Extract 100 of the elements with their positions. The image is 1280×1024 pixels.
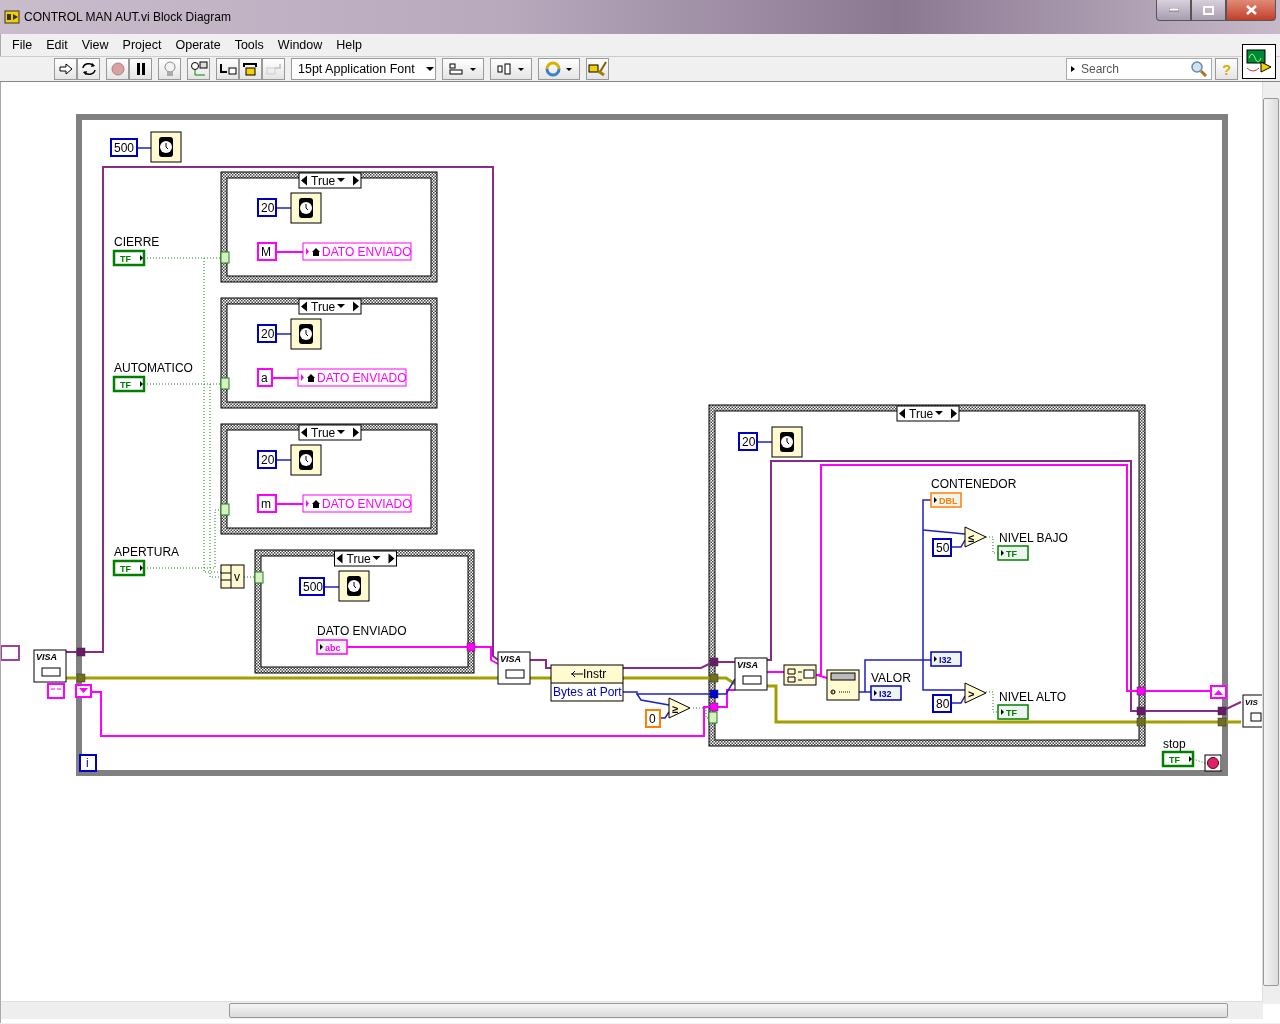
terminal-label: stop <box>1163 737 1186 751</box>
pause-button[interactable] <box>129 58 152 80</box>
terminal-label: AUTOMATICO <box>114 361 193 375</box>
maximize-button[interactable] <box>1191 0 1226 21</box>
search-field[interactable]: Search <box>1066 58 1212 80</box>
indicator-terminal: I32 <box>870 685 902 701</box>
step-over-button[interactable] <box>239 58 262 80</box>
menu-item[interactable]: Tools <box>227 36 271 54</box>
constant: M <box>257 242 277 261</box>
compare-function: > <box>964 682 987 704</box>
indicator-terminal: I32 <box>930 651 962 667</box>
wait-timer-icon <box>290 318 322 350</box>
selector-terminal <box>220 503 230 516</box>
string-convert-icon <box>783 664 817 686</box>
menu-item[interactable]: File <box>5 36 40 54</box>
control-terminal: TF <box>112 375 146 393</box>
menu-item[interactable]: Window <box>270 36 330 54</box>
case-selector[interactable]: True <box>334 550 397 567</box>
stop-sign-icon <box>110 62 125 76</box>
wait-timer-icon <box>771 426 803 458</box>
vertical-scrollbar-thumb[interactable] <box>1263 98 1279 986</box>
empty-string-constant <box>47 683 65 699</box>
constant: 20 <box>738 432 758 451</box>
align-objects-button[interactable] <box>442 58 484 80</box>
wait-timer-icon <box>150 131 182 163</box>
reorder-icon <box>544 61 574 77</box>
menu-item[interactable]: Help <box>329 36 370 54</box>
wait-timer-icon <box>290 192 322 224</box>
minimize-button[interactable] <box>1156 0 1191 21</box>
control-terminal: TF <box>112 249 146 267</box>
terminal-label: CIERRE <box>114 235 160 249</box>
indicator-terminal: TF <box>997 704 1029 720</box>
wire <box>136 147 152 149</box>
run-continuously-button[interactable] <box>77 58 100 80</box>
distribute-objects-button[interactable] <box>490 58 532 80</box>
font-dropdown[interactable]: 15pt Application Font <box>291 58 436 80</box>
property-node: Instr Bytes at Port <box>550 664 624 702</box>
caret-icon <box>1069 65 1077 73</box>
constant: 20 <box>257 198 277 217</box>
constant: m <box>257 494 277 513</box>
horizontal-scrollbar-thumb[interactable] <box>229 1003 1228 1018</box>
reorder-button[interactable] <box>538 58 580 80</box>
wire <box>756 441 773 443</box>
indicator-terminal: abc <box>316 639 348 655</box>
selector-terminal <box>220 377 230 390</box>
case-selector[interactable]: True <box>896 405 960 422</box>
selector-terminal <box>220 251 230 264</box>
selector-terminal <box>708 711 718 724</box>
wire-tunnel <box>76 647 86 657</box>
terminal-label: DATO ENVIADO <box>317 624 407 638</box>
close-icon <box>1245 5 1257 15</box>
step-into-button[interactable] <box>216 58 239 80</box>
pause-icon <box>135 63 146 75</box>
broom-icon <box>587 61 608 77</box>
constant: 0 <box>645 709 661 728</box>
step-out-icon <box>264 62 283 76</box>
run-button[interactable] <box>54 58 77 80</box>
case-selector[interactable]: True <box>298 298 362 315</box>
terminal-label: NIVEL BAJO <box>999 531 1068 545</box>
probe-icon <box>189 61 208 77</box>
shift-register <box>75 684 92 698</box>
constant: a <box>257 368 273 387</box>
maximize-icon <box>1203 5 1214 15</box>
close-button[interactable] <box>1226 0 1276 21</box>
constant: 20 <box>257 324 277 343</box>
control-terminal: TF <box>112 559 146 577</box>
wire <box>528 676 551 680</box>
align-icon <box>448 62 478 76</box>
visa-function: VISA <box>734 657 768 691</box>
highlight-execution-button[interactable] <box>158 58 181 80</box>
terminal-label: VALOR <box>871 671 911 685</box>
caret-icon <box>425 66 435 72</box>
visa-function: VISA <box>497 651 531 685</box>
search-icon <box>1190 61 1208 77</box>
stop-terminal <box>1204 754 1222 772</box>
menu-item[interactable]: Operate <box>168 36 228 54</box>
minimize-icon <box>1168 8 1179 12</box>
shift-register <box>1210 685 1227 699</box>
local-variable: DATO ENVIADO <box>302 494 412 513</box>
local-variable: DATO ENVIADO <box>302 242 412 261</box>
or-function: v <box>220 564 245 589</box>
menu-item[interactable]: View <box>74 36 116 54</box>
distribute-icon <box>496 62 526 76</box>
case-selector[interactable]: True <box>298 172 362 189</box>
menu-item[interactable]: Edit <box>39 36 75 54</box>
retain-wire-values-button[interactable] <box>187 58 210 80</box>
scan-number-icon <box>826 669 860 701</box>
case-selector[interactable]: True <box>298 424 362 441</box>
terminal-label: CONTENEDOR <box>931 477 1017 491</box>
indicator-terminal: DBL <box>930 492 962 508</box>
visa-function: VIS <box>1242 694 1263 728</box>
local-variable: DATO ENVIADO <box>297 368 407 387</box>
terminal-label: NIVEL ALTO <box>999 690 1067 704</box>
menu-item[interactable]: Project <box>115 36 169 54</box>
terminal-label: APERTURA <box>114 545 180 559</box>
constant: 80 <box>932 694 952 713</box>
clean-up-button[interactable] <box>586 58 609 80</box>
wire-tunnel <box>76 673 86 683</box>
window-title: CONTROL MAN AUT.vi Block Diagram <box>24 10 231 24</box>
constant: 500 <box>299 577 325 596</box>
